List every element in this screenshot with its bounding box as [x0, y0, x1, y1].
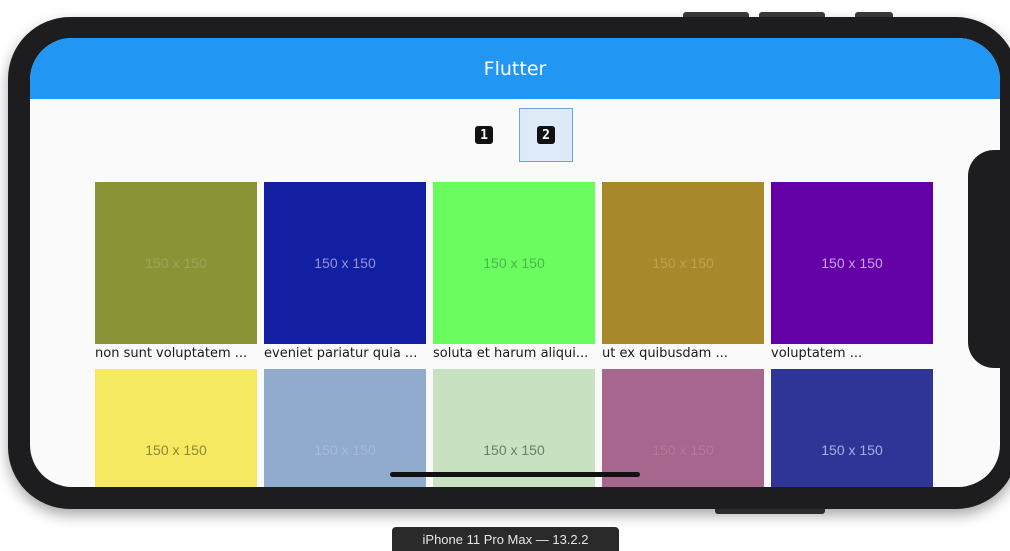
photo-thumbnail: 150 x 150	[95, 182, 257, 344]
home-indicator[interactable]	[390, 472, 640, 477]
thumbnail-text: 150 x 150	[652, 442, 714, 458]
thumbnail-text: 150 x 150	[821, 442, 883, 458]
photo-tile[interactable]: 150 x 150 soluta et harum aliqui...	[433, 182, 595, 363]
page-1-button[interactable]: 1	[457, 108, 511, 162]
photo-tile[interactable]: 150 x 150	[95, 369, 257, 487]
photo-thumbnail: 150 x 150	[602, 369, 764, 487]
photo-thumbnail: 150 x 150	[264, 182, 426, 344]
photo-caption: soluta et harum aliqui...	[433, 346, 589, 361]
thumbnail-text: 150 x 150	[145, 255, 207, 271]
photo-thumbnail: 150 x 150	[95, 369, 257, 487]
thumbnail-text: 150 x 150	[483, 255, 545, 271]
photo-grid: 150 x 150 non sunt voluptatem ... 150 x …	[95, 182, 933, 487]
app-screen: Flutter 1 2 150 x 150 non sunt voluptate…	[30, 38, 1000, 487]
photo-caption: ut ex quibusdam ...	[602, 346, 728, 361]
photo-tile[interactable]: 150 x 150 non sunt voluptatem ...	[95, 182, 257, 363]
photo-thumbnail: 150 x 150	[771, 369, 933, 487]
thumbnail-text: 150 x 150	[821, 255, 883, 271]
camera-notch	[968, 150, 1010, 368]
thumbnail-text: 150 x 150	[314, 442, 376, 458]
photo-caption: voluptatem ...	[771, 346, 863, 361]
photo-thumbnail: 150 x 150	[602, 182, 764, 344]
photo-tile[interactable]: 150 x 150 voluptatem ...	[771, 182, 933, 363]
page-2-label: 2	[537, 126, 555, 144]
page-2-button[interactable]: 2	[519, 108, 573, 162]
simulator-device-label: iPhone 11 Pro Max — 13.2.2	[392, 527, 619, 551]
app-bar-title: Flutter	[483, 57, 547, 80]
app-bar: Flutter	[30, 38, 1000, 99]
photo-caption: eveniet pariatur quia ...	[264, 346, 418, 361]
photo-thumbnail: 150 x 150	[771, 182, 933, 344]
photo-tile[interactable]: 150 x 150	[602, 369, 764, 487]
photo-thumbnail: 150 x 150	[264, 369, 426, 487]
photo-tile[interactable]: 150 x 150	[264, 369, 426, 487]
photo-tile[interactable]: 150 x 150 eveniet pariatur quia ...	[264, 182, 426, 363]
photo-tile[interactable]: 150 x 150	[433, 369, 595, 487]
page-1-label: 1	[475, 126, 493, 144]
photo-tile[interactable]: 150 x 150	[771, 369, 933, 487]
thumbnail-text: 150 x 150	[314, 255, 376, 271]
pagination: 1 2	[30, 107, 1000, 163]
thumbnail-text: 150 x 150	[652, 255, 714, 271]
thumbnail-text: 150 x 150	[145, 442, 207, 458]
photo-caption: non sunt voluptatem ...	[95, 346, 248, 361]
thumbnail-text: 150 x 150	[483, 442, 545, 458]
photo-thumbnail: 150 x 150	[433, 182, 595, 344]
photo-thumbnail: 150 x 150	[433, 369, 595, 487]
photo-tile[interactable]: 150 x 150 ut ex quibusdam ...	[602, 182, 764, 363]
